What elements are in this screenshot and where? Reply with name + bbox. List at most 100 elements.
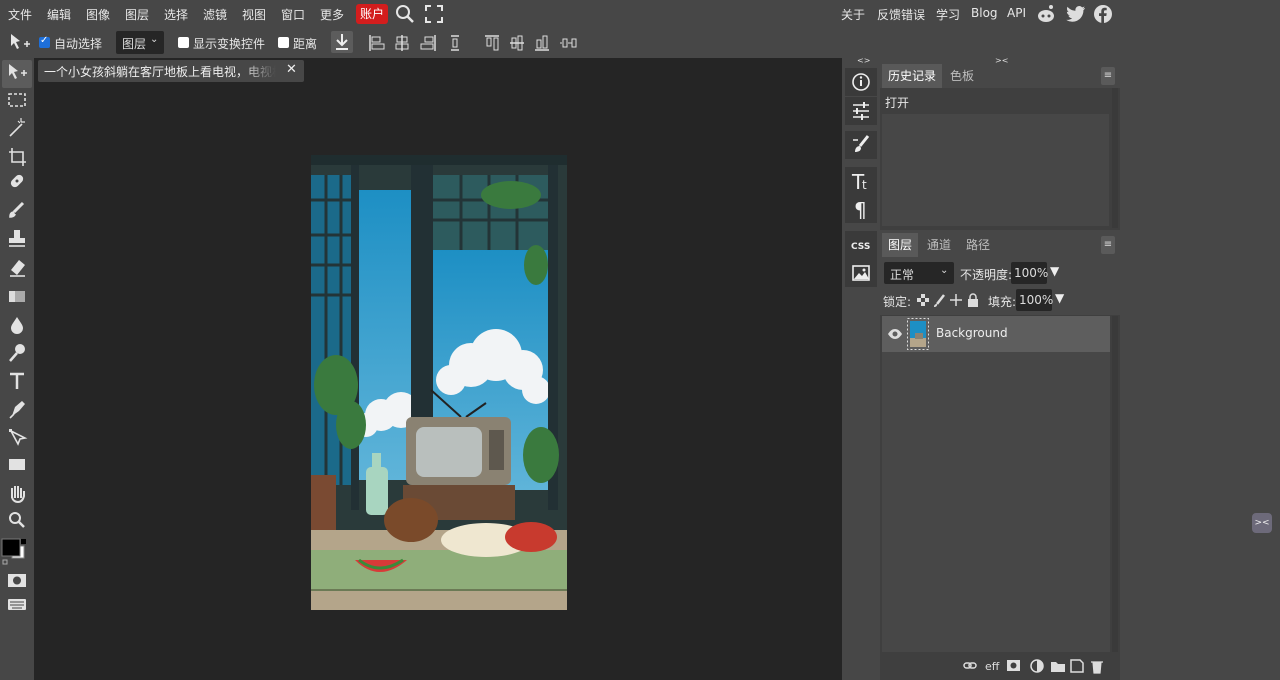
image-panel-button[interactable]	[845, 259, 877, 287]
character-panel-button[interactable]: Tt	[845, 167, 877, 195]
link-report-bug[interactable]: 反馈错误	[877, 6, 925, 23]
history-panel: 历史记录 色板 ≡ 打开	[880, 64, 1120, 230]
tab-paths[interactable]: 路径	[960, 233, 996, 257]
lock-pixels-icon	[934, 294, 945, 307]
layer-row[interactable]: Background	[882, 316, 1110, 352]
keyboard-icon	[8, 599, 26, 610]
show-transform-label: 显示变换控件	[193, 37, 266, 51]
distance-checkbox[interactable]	[278, 37, 289, 48]
svg-text:t: t	[862, 178, 867, 192]
side-expand-icon[interactable]: ><	[1252, 513, 1272, 533]
link-blog[interactable]: Blog	[971, 6, 998, 20]
image-icon	[852, 265, 870, 281]
distance-label: 距离	[293, 37, 318, 51]
brush-settings-icon	[853, 135, 870, 152]
fill-value: 100%	[1019, 293, 1054, 307]
pen-icon	[9, 401, 25, 419]
fill-dropdown-icon[interactable]: ▼	[1055, 291, 1064, 305]
menu-filter[interactable]: 滤镜	[203, 6, 227, 23]
twitter-icon[interactable]	[1066, 5, 1086, 23]
panel-menu-icon[interactable]: ≡	[1101, 67, 1115, 85]
auto-select-target-dropdown[interactable]: 图层 ⌄	[116, 31, 164, 54]
fill-input[interactable]: 100%	[1016, 289, 1054, 311]
blend-mode-dropdown[interactable]: 正常 ⌄	[884, 262, 954, 284]
move-tool-icon[interactable]	[9, 33, 31, 53]
sliders-icon	[853, 102, 869, 120]
tool-icons	[1, 64, 28, 610]
tab-history[interactable]: 历史记录	[882, 64, 943, 88]
menu-image[interactable]: 图像	[86, 6, 110, 23]
text-style-icon: Tt	[851, 170, 867, 194]
close-icon[interactable]: ✕	[286, 62, 297, 77]
history-scrollbar[interactable]	[1112, 88, 1118, 228]
search-icon[interactable]	[395, 4, 415, 24]
gradient-icon	[9, 291, 25, 302]
paragraph-icon: ¶	[854, 198, 867, 222]
new-group-icon	[1051, 662, 1065, 672]
align-buttons[interactable]	[367, 33, 577, 53]
document-title: 一个小女孩斜躺在客厅地板上看电视，电视机	[44, 65, 276, 79]
tab-channels[interactable]: 通道	[921, 233, 957, 257]
link-api[interactable]: API	[1007, 6, 1026, 20]
css-panel-button[interactable]: CSS	[845, 231, 877, 259]
fullscreen-icon[interactable]	[425, 5, 443, 23]
link-about[interactable]: 关于	[841, 6, 865, 23]
tab-swatches[interactable]: 色板	[944, 64, 980, 88]
auto-select-checkbox[interactable]	[39, 35, 50, 48]
brush-panel-button[interactable]	[845, 131, 877, 159]
facebook-icon[interactable]	[1094, 5, 1112, 23]
blur-icon	[11, 317, 23, 334]
link-learn[interactable]: 学习	[936, 6, 960, 23]
layer-thumbnail	[907, 318, 929, 350]
download-icon	[336, 34, 348, 50]
auto-select-target-value: 图层	[122, 37, 147, 51]
menu-window[interactable]: 窗口	[281, 6, 305, 23]
hand-icon	[11, 486, 25, 504]
menu-file[interactable]: 文件	[8, 6, 32, 23]
svg-text:¶: ¶	[854, 198, 867, 222]
opacity-dropdown-icon[interactable]: ▼	[1050, 264, 1059, 278]
link-layers-icon	[963, 662, 977, 669]
opacity-label: 不透明度:	[960, 268, 1013, 282]
info-panel-button[interactable]	[845, 68, 877, 96]
menu-view[interactable]: 视图	[242, 6, 266, 23]
info-icon	[852, 73, 870, 91]
panel-menu-icon[interactable]: ≡	[1101, 236, 1115, 254]
shape-icon	[9, 459, 25, 470]
history-tabbar: 历史记录 色板 ≡	[880, 64, 1120, 88]
quick-mask-icon	[8, 574, 26, 587]
auto-select-label: 自动选择	[54, 37, 103, 51]
paragraph-panel-button[interactable]: ¶	[845, 195, 877, 223]
reddit-icon[interactable]	[1036, 4, 1056, 24]
tab-layers[interactable]: 图层	[882, 233, 919, 257]
show-transform-checkbox[interactable]	[178, 37, 189, 48]
account-button[interactable]: 账户	[356, 4, 388, 24]
eye-icon[interactable]	[887, 328, 903, 340]
opacity-input[interactable]: 100%	[1011, 262, 1048, 284]
crop-icon	[9, 148, 26, 166]
menu-layer[interactable]: 图层	[125, 6, 149, 23]
lock-all-icon	[968, 293, 978, 307]
document-tab[interactable]: 一个小女孩斜躺在客厅地板上看电视，电视机 ✕	[38, 60, 304, 82]
collapse-arrows-icon[interactable]: <>	[857, 56, 870, 65]
layer-mask-icon	[1007, 660, 1020, 671]
lock-position-icon	[950, 294, 962, 306]
fill-label: 填充:	[988, 295, 1017, 309]
marquee-icon	[8, 93, 26, 107]
menu-select[interactable]: 选择	[164, 6, 188, 23]
lock-options[interactable]	[915, 292, 983, 308]
download-button[interactable]	[331, 31, 353, 53]
menu-more[interactable]: 更多	[320, 6, 344, 23]
magic-wand-icon	[9, 118, 25, 137]
layers-tabbar: 图层 通道 路径 ≡	[880, 233, 1120, 257]
history-item[interactable]: 打开	[885, 94, 909, 111]
menu-edit[interactable]: 编辑	[47, 6, 71, 23]
chevron-down-icon: ⌄	[940, 265, 949, 276]
layers-scrollbar[interactable]	[1112, 316, 1118, 652]
color-swatches	[1, 538, 26, 565]
document-image[interactable]	[311, 155, 567, 610]
chevron-down-icon: ⌄	[150, 34, 159, 45]
eraser-icon	[10, 260, 25, 277]
svg-text:CSS: CSS	[851, 242, 870, 252]
adjustments-panel-button[interactable]	[845, 97, 877, 125]
